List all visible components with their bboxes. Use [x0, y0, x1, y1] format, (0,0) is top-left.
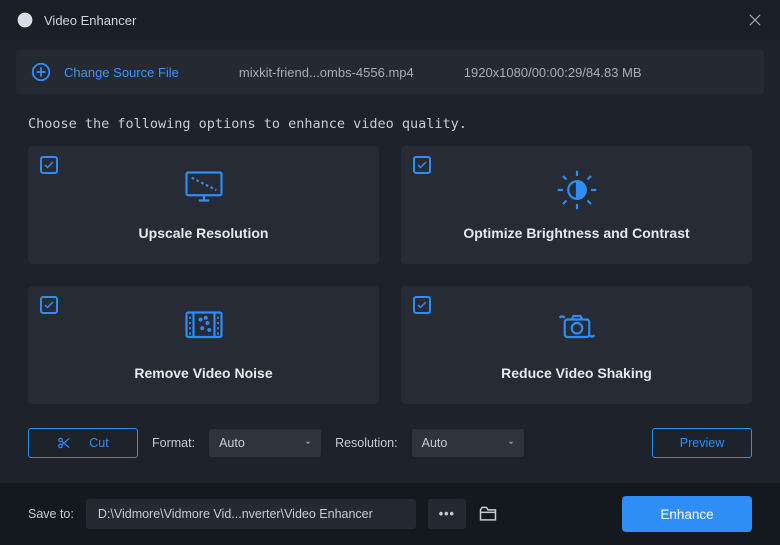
palette-icon [16, 11, 34, 29]
prompt-text: Choose the following options to enhance … [28, 116, 752, 132]
source-info: 1920x1080/00:00:29/84.83 MB [464, 65, 642, 80]
format-select[interactable]: Auto [209, 429, 321, 457]
options-grid: Upscale Resolution Optimize Brightness a… [28, 146, 752, 404]
monitor-upscale-icon [183, 169, 225, 211]
option-label: Upscale Resolution [139, 225, 269, 241]
footer: Save to: D:\Vidmore\Vidmore Vid...nverte… [0, 483, 780, 545]
preview-button[interactable]: Preview [652, 428, 752, 458]
checkbox-icon[interactable] [413, 156, 431, 174]
option-brightness-contrast[interactable]: Optimize Brightness and Contrast [401, 146, 752, 264]
resolution-value: Auto [422, 436, 448, 450]
format-label: Format: [152, 436, 195, 450]
save-path-field[interactable]: D:\Vidmore\Vidmore Vid...nverter\Video E… [86, 499, 416, 529]
close-icon[interactable] [746, 11, 764, 29]
controls-row: Cut Format: Auto Resolution: Auto Previe… [28, 428, 752, 458]
browse-button[interactable]: ••• [428, 499, 466, 529]
brightness-icon [556, 169, 598, 211]
open-folder-icon[interactable] [478, 504, 498, 524]
save-path-value: D:\Vidmore\Vidmore Vid...nverter\Video E… [98, 507, 373, 521]
titlebar: Video Enhancer [0, 0, 780, 40]
source-filename: mixkit-friend...ombs-4556.mp4 [239, 65, 414, 80]
resolution-select[interactable]: Auto [412, 429, 524, 457]
cut-label: Cut [89, 436, 108, 450]
option-label: Remove Video Noise [134, 365, 272, 381]
checkbox-icon[interactable] [40, 156, 58, 174]
dots-label: ••• [439, 507, 455, 521]
film-noise-icon [183, 309, 225, 351]
chevron-down-icon [303, 438, 313, 448]
option-upscale-resolution[interactable]: Upscale Resolution [28, 146, 379, 264]
cut-button[interactable]: Cut [28, 428, 138, 458]
enhance-button[interactable]: Enhance [622, 496, 752, 532]
resolution-label: Resolution: [335, 436, 398, 450]
add-circle-icon[interactable] [30, 61, 52, 83]
save-to-label: Save to: [28, 507, 74, 521]
scissors-icon [57, 436, 71, 450]
format-value: Auto [219, 436, 245, 450]
checkbox-icon[interactable] [413, 296, 431, 314]
chevron-down-icon [506, 438, 516, 448]
enhance-label: Enhance [660, 507, 713, 522]
option-label: Reduce Video Shaking [501, 365, 652, 381]
preview-label: Preview [680, 436, 724, 450]
option-remove-noise[interactable]: Remove Video Noise [28, 286, 379, 404]
option-reduce-shaking[interactable]: Reduce Video Shaking [401, 286, 752, 404]
source-row: Change Source File mixkit-friend...ombs-… [16, 50, 764, 94]
checkbox-icon[interactable] [40, 296, 58, 314]
option-label: Optimize Brightness and Contrast [463, 225, 689, 241]
change-source-link[interactable]: Change Source File [64, 65, 179, 80]
window-title: Video Enhancer [44, 13, 746, 28]
camera-shake-icon [556, 309, 598, 351]
